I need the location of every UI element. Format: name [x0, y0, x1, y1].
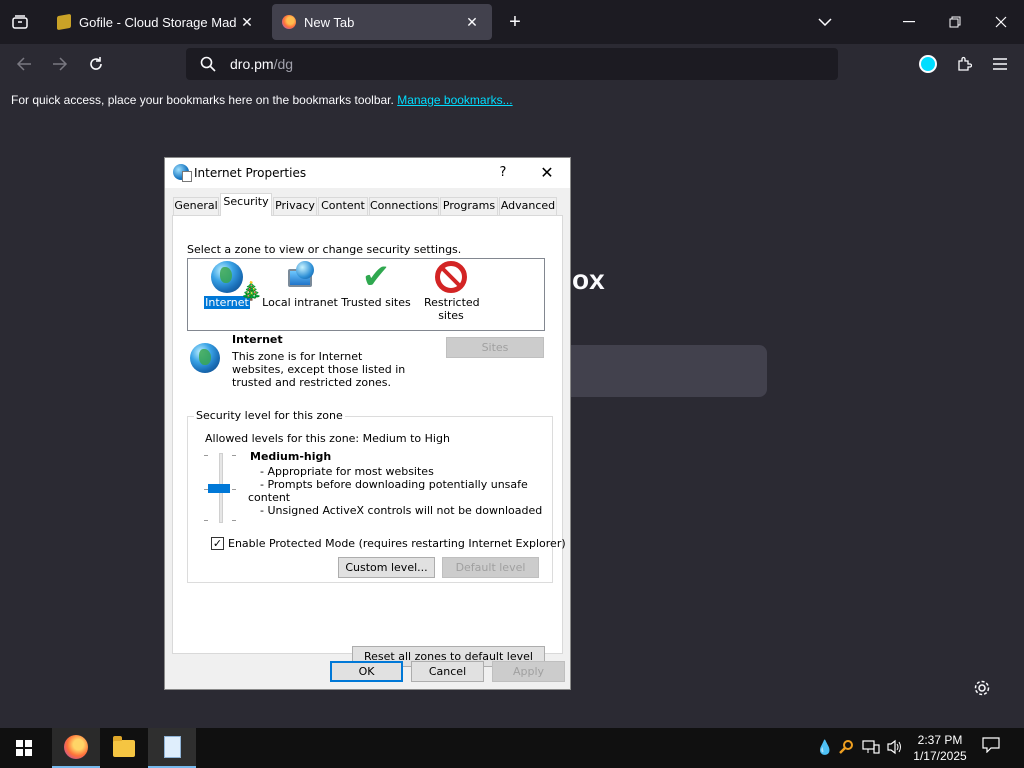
checkmark-icon: ✔ — [361, 257, 391, 297]
dialog-titlebar[interactable]: Internet Properties ? ✕ — [165, 158, 570, 188]
protected-mode-label: Enable Protected Mode (requires restarti… — [228, 537, 566, 550]
navigation-toolbar: dro.pm/dg — [0, 44, 1024, 84]
tab-content[interactable]: Content — [318, 197, 368, 215]
reload-icon[interactable] — [84, 53, 108, 75]
restore-window-icon[interactable] — [944, 11, 966, 33]
firefox-icon — [64, 735, 88, 759]
zone-info-description: This zone is for Internet websites, exce… — [232, 350, 406, 389]
sites-button[interactable]: Sites — [446, 337, 544, 358]
zone-trusted-sites[interactable]: ✔ Trusted sites — [337, 257, 415, 309]
cancel-button[interactable]: Cancel — [411, 661, 484, 682]
internet-properties-dialog: Internet Properties ? ✕ General Security… — [164, 157, 571, 690]
tab-new-tab[interactable]: New Tab ✕ — [272, 4, 492, 40]
tab-connections[interactable]: Connections — [369, 197, 439, 215]
taskbar-notepad[interactable] — [148, 728, 196, 768]
protected-mode-checkbox[interactable]: ✓ — [211, 537, 224, 550]
forward-arrow-icon[interactable] — [48, 53, 72, 75]
tab-label: Gofile - Cloud Storage Made Simple — [79, 14, 237, 30]
security-level-group: Security level for this zone Allowed lev… — [187, 409, 566, 583]
custom-level-button[interactable]: Custom level... — [338, 557, 435, 578]
extensions-puzzle-icon[interactable] — [953, 53, 975, 75]
firefox-favicon-icon — [282, 15, 296, 29]
tab-general[interactable]: General — [173, 197, 219, 215]
notepad-document-icon — [163, 736, 181, 758]
windows-taskbar: 💧 2:37 PM 1/17/2025 — [0, 728, 1024, 768]
zone-label: Local intranet — [262, 296, 338, 309]
zone-info-title: Internet — [232, 333, 283, 346]
dialog-title: Internet Properties — [194, 166, 307, 180]
minimize-window-icon[interactable] — [898, 11, 920, 33]
clock-time: 2:37 PM — [917, 733, 963, 747]
tab-list-icon[interactable] — [8, 11, 32, 33]
search-key-tray-icon[interactable] — [838, 739, 854, 758]
close-window-icon[interactable] — [990, 11, 1012, 33]
internet-globe-icon — [211, 261, 243, 293]
zone-local-intranet[interactable]: Local intranet — [261, 261, 339, 309]
url-host: dro.pm — [230, 56, 274, 72]
zone-label: Trusted sites — [341, 296, 411, 309]
start-button[interactable] — [0, 728, 48, 768]
internet-globe-icon — [190, 343, 220, 373]
level-bullet: - Prompts before downloading potentially… — [260, 478, 528, 491]
folder-icon — [113, 735, 135, 757]
tab-privacy[interactable]: Privacy — [273, 197, 317, 215]
notification-center-icon[interactable] — [980, 737, 1002, 759]
close-tab-icon[interactable]: ✕ — [462, 14, 482, 31]
page-search-box[interactable] — [571, 345, 767, 397]
gear-icon[interactable] — [973, 679, 991, 702]
tab-security[interactable]: Security — [220, 193, 272, 216]
url-path: /dg — [273, 56, 294, 72]
christmas-tree-icon: 🎄 — [240, 281, 263, 302]
zone-restricted-sites[interactable]: Restricted sites — [411, 261, 491, 322]
help-button[interactable]: ? — [493, 162, 513, 184]
new-tab-button[interactable]: + — [504, 11, 526, 33]
internet-options-icon — [173, 164, 192, 182]
level-bullet: - Unsigned ActiveX controls will not be … — [260, 504, 543, 517]
zone-list: Internet 🎄 Local intranet ✔ Trusted site… — [187, 258, 545, 331]
default-level-button[interactable]: Default level — [442, 557, 539, 578]
security-level-description: - Appropriate for most websites - Prompt… — [248, 465, 543, 517]
list-all-tabs-chevron-down-icon[interactable] — [814, 11, 836, 33]
browser-tab-bar: Gofile - Cloud Storage Made Simple ✕ New… — [0, 0, 1024, 44]
manage-bookmarks-link[interactable]: Manage bookmarks... — [397, 93, 512, 107]
level-bullet: - Appropriate for most websites — [260, 465, 434, 478]
menu-hamburger-icon[interactable] — [989, 53, 1011, 75]
volume-icon[interactable] — [886, 739, 904, 758]
taskbar-file-explorer[interactable] — [100, 728, 148, 768]
account-avatar-icon[interactable] — [917, 53, 939, 75]
dialog-close-icon[interactable]: ✕ — [533, 162, 561, 184]
network-icon[interactable] — [862, 739, 880, 758]
restricted-no-entry-icon — [435, 261, 467, 293]
bookmarks-toolbar: For quick access, place your bookmarks h… — [0, 84, 1024, 114]
gofile-favicon-icon — [57, 13, 71, 31]
allowed-levels-text: Allowed levels for this zone: Medium to … — [205, 432, 450, 445]
ok-button[interactable]: OK — [330, 661, 403, 682]
level-bullet: content — [248, 491, 291, 504]
protected-mode-checkbox-row[interactable]: ✓ Enable Protected Mode (requires restar… — [211, 537, 566, 550]
search-icon — [200, 56, 216, 72]
zone-prompt-text: Select a zone to view or change security… — [187, 243, 462, 256]
back-arrow-icon[interactable] — [12, 53, 36, 75]
tab-gofile[interactable]: Gofile - Cloud Storage Made Simple ✕ — [47, 4, 267, 40]
taskbar-firefox[interactable] — [52, 728, 100, 768]
droplet-tray-icon[interactable]: 💧 — [816, 739, 833, 756]
security-level-name: Medium-high — [250, 450, 332, 463]
firefox-wordmark-fragment: ox — [572, 264, 605, 295]
tab-label: New Tab — [304, 14, 355, 30]
apply-button[interactable]: Apply — [492, 661, 565, 682]
windows-logo-icon — [16, 740, 32, 756]
taskbar-clock[interactable]: 2:37 PM 1/17/2025 — [912, 732, 968, 764]
close-tab-icon[interactable]: ✕ — [237, 14, 257, 31]
address-bar[interactable]: dro.pm/dg — [186, 48, 838, 80]
security-tab-panel: Select a zone to view or change security… — [172, 215, 566, 667]
local-intranet-icon — [284, 261, 316, 293]
zone-label: Restricted sites — [424, 296, 480, 322]
bookmarks-hint-text: For quick access, place your bookmarks h… — [11, 93, 394, 107]
tab-programs[interactable]: Programs — [440, 197, 498, 215]
clock-date: 1/17/2025 — [913, 749, 967, 763]
tab-advanced[interactable]: Advanced — [499, 197, 557, 215]
security-level-slider-thumb[interactable] — [208, 484, 230, 493]
security-level-group-label: Security level for this zone — [194, 409, 345, 422]
